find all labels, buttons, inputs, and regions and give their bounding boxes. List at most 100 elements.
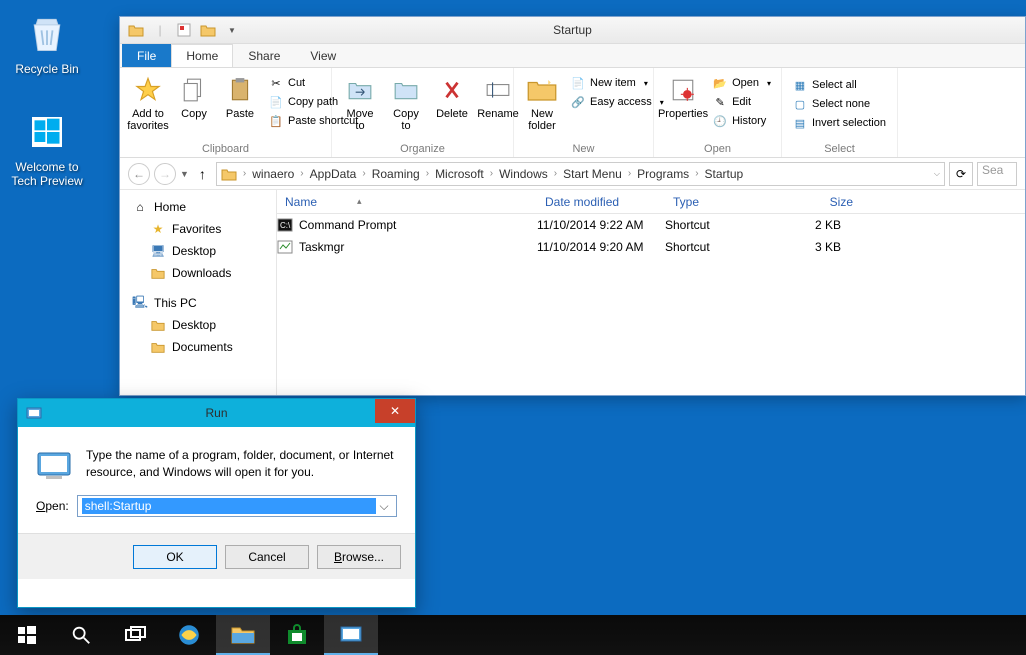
run-cancel-button[interactable]: Cancel [225, 545, 309, 569]
select-none-icon: ▢ [792, 96, 808, 112]
address-bar-row: ← → ▼ ↑ › winaero› AppData› Roaming› Mic… [120, 158, 1025, 190]
group-new-label: New [514, 143, 653, 155]
move-to-button[interactable]: Move to [338, 72, 382, 134]
search-button[interactable] [54, 615, 108, 655]
nav-favorites[interactable]: ★Favorites [120, 218, 276, 240]
select-all-button[interactable]: ▦Select all [788, 76, 891, 94]
start-button[interactable] [0, 615, 54, 655]
desktop-recycle-bin[interactable]: Recycle Bin [10, 10, 84, 76]
task-view-button[interactable] [108, 615, 162, 655]
tab-view[interactable]: View [295, 44, 351, 67]
invert-selection-button[interactable]: ▤Invert selection [788, 114, 891, 132]
recycle-bin-icon [23, 10, 71, 58]
copy-icon [178, 74, 210, 106]
breadcrumb[interactable]: Windows [499, 167, 548, 181]
file-row[interactable]: C:\Command Prompt 11/10/2014 9:22 AM Sho… [277, 214, 1025, 236]
folder-icon [150, 317, 166, 333]
properties-icon [667, 74, 699, 106]
run-ok-button[interactable]: OK [133, 545, 217, 569]
run-browse-button[interactable]: Browse... [317, 545, 401, 569]
taskbar-explorer[interactable] [216, 615, 270, 655]
breadcrumb[interactable]: Programs [637, 167, 689, 181]
refresh-button[interactable]: ⟳ [949, 162, 973, 186]
taskbar-run[interactable] [324, 615, 378, 655]
forward-button[interactable]: → [154, 163, 176, 185]
sort-asc-icon: ▴ [357, 196, 362, 207]
move-icon [344, 74, 376, 106]
delete-icon [436, 74, 468, 106]
nav-pc-documents[interactable]: Documents [120, 336, 276, 358]
breadcrumb[interactable]: Roaming [372, 167, 420, 181]
history-button[interactable]: 🕘History [708, 112, 775, 130]
downloads-icon [150, 265, 166, 281]
taskbar-ie[interactable] [162, 615, 216, 655]
add-favorites-button[interactable]: Add to favorites [126, 72, 170, 134]
cmd-icon: C:\ [277, 217, 293, 233]
easy-access-button[interactable]: 🔗Easy access▾ [566, 93, 668, 111]
window-title: Startup [120, 23, 1025, 37]
nav-desktop[interactable]: 🖥Desktop [120, 240, 276, 262]
new-folder-icon [526, 74, 558, 106]
col-size[interactable]: Size [781, 195, 861, 209]
desktop-tech-preview[interactable]: Welcome to Tech Preview [10, 108, 84, 188]
delete-button[interactable]: Delete [430, 72, 474, 134]
group-open-label: Open [654, 143, 781, 155]
chevron-down-icon[interactable]: ⌵ [376, 499, 392, 514]
nav-pc-desktop[interactable]: Desktop [120, 314, 276, 336]
file-list: Name▴ Date modified Type Size C:\Command… [277, 190, 1025, 395]
copy-to-button[interactable]: Copy to [384, 72, 428, 134]
run-open-combo[interactable]: shell:Startup ⌵ [77, 495, 397, 517]
run-open-label: Open: [36, 499, 69, 513]
open-button[interactable]: 📂Open▾ [708, 74, 775, 92]
breadcrumb[interactable]: Startup [705, 167, 744, 181]
run-dialog: Run ✕ Type the name of a program, folder… [17, 398, 416, 608]
breadcrumb[interactable]: Start Menu [563, 167, 622, 181]
explorer-titlebar[interactable]: | ▼ Startup [120, 17, 1025, 44]
copy-button[interactable]: Copy [172, 72, 216, 134]
group-organize-label: Organize [332, 143, 513, 155]
taskbar-store[interactable] [270, 615, 324, 655]
run-close-button[interactable]: ✕ [375, 399, 415, 423]
select-none-button[interactable]: ▢Select none [788, 95, 891, 113]
ribbon: Add to favorites Copy Paste ✂Cut 📄Copy p… [120, 68, 1025, 158]
scissors-icon: ✂ [268, 75, 284, 91]
breadcrumb[interactable]: AppData [310, 167, 357, 181]
group-clipboard-label: Clipboard [120, 143, 331, 155]
desktop-icon-label: Recycle Bin [10, 62, 84, 76]
nav-downloads[interactable]: Downloads [120, 262, 276, 284]
search-box[interactable]: Sea [977, 162, 1017, 186]
edit-button[interactable]: ✎Edit [708, 93, 775, 111]
col-type[interactable]: Type [665, 195, 781, 209]
run-message: Type the name of a program, folder, docu… [86, 447, 397, 483]
breadcrumb[interactable]: Microsoft [435, 167, 484, 181]
tab-home[interactable]: Home [171, 44, 233, 67]
qat-properties-icon[interactable] [174, 20, 194, 40]
ribbon-tabs: File Home Share View [120, 44, 1025, 68]
recent-locations-button[interactable]: ▼ [180, 169, 189, 179]
nav-home[interactable]: ⌂Home [120, 196, 276, 218]
file-row[interactable]: Taskmgr 11/10/2014 9:20 AM Shortcut 3 KB [277, 236, 1025, 258]
run-titlebar[interactable]: Run ✕ [18, 399, 415, 427]
qat-dropdown-icon[interactable]: ▼ [222, 20, 242, 40]
easy-access-icon: 🔗 [570, 94, 586, 110]
tab-share[interactable]: Share [233, 44, 295, 67]
taskmgr-icon [277, 239, 293, 255]
paste-button[interactable]: Paste [218, 72, 262, 134]
new-folder-button[interactable]: New folder [520, 72, 564, 134]
col-name[interactable]: Name▴ [277, 195, 537, 209]
open-icon: 📂 [712, 75, 728, 91]
up-button[interactable]: ↑ [193, 166, 212, 182]
new-item-button[interactable]: 📄New item▾ [566, 74, 668, 92]
nav-this-pc[interactable]: 🖳This PC [120, 292, 276, 314]
col-date[interactable]: Date modified [537, 195, 665, 209]
back-button[interactable]: ← [128, 163, 150, 185]
qat-newfolder-icon[interactable] [198, 20, 218, 40]
star-icon [132, 74, 164, 106]
edit-icon: ✎ [712, 94, 728, 110]
properties-button[interactable]: Properties [660, 72, 706, 130]
tab-file[interactable]: File [122, 44, 171, 67]
windows-logo-icon [23, 108, 71, 156]
breadcrumb[interactable]: winaero [252, 167, 294, 181]
address-bar[interactable]: › winaero› AppData› Roaming› Microsoft› … [216, 162, 945, 186]
copy-path-icon: 📄 [268, 94, 284, 110]
